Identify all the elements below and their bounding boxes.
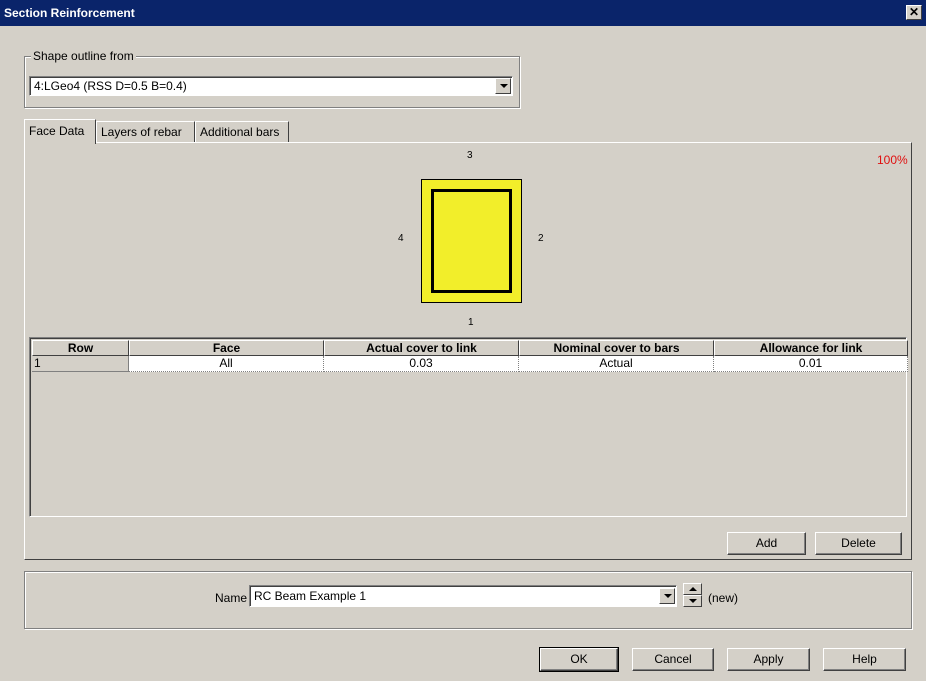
title-bar[interactable]: Section Reinforcement ✕ [0, 0, 926, 26]
tab-additional-bars[interactable]: Additional bars [195, 121, 289, 143]
face-number-right: 2 [538, 233, 544, 244]
tab-label: Layers of rebar [101, 125, 182, 139]
name-value: RC Beam Example 1 [254, 589, 367, 603]
section-reinforcement-dialog: Section Reinforcement ✕ Shape outline fr… [0, 0, 926, 681]
nominal-cover-cell[interactable]: Actual [519, 356, 714, 372]
section-outline-preview [421, 179, 522, 303]
column-header-face[interactable]: Face [129, 340, 324, 356]
row-number-cell[interactable]: 1 [32, 356, 129, 372]
face-data-grid[interactable]: Row Face Actual cover to link Nominal co… [29, 337, 908, 517]
spin-down-icon[interactable] [683, 595, 702, 607]
shape-outline-select[interactable]: 4:LGeo4 (RSS D=0.5 B=0.4) [29, 76, 513, 96]
allowance-cell[interactable]: 0.01 [714, 356, 908, 372]
name-select[interactable]: RC Beam Example 1 [249, 585, 677, 607]
face-cell[interactable]: All [129, 356, 324, 372]
shape-outline-group: Shape outline from 4:LGeo4 (RSS D=0.5 B=… [24, 49, 520, 108]
tab-layers-of-rebar[interactable]: Layers of rebar [96, 121, 195, 143]
name-label: Name [215, 591, 248, 605]
window-title: Section Reinforcement [4, 6, 135, 20]
apply-button[interactable]: Apply [727, 648, 810, 671]
delete-row-button[interactable]: Delete [815, 532, 902, 555]
tab-face-data[interactable]: Face Data [24, 119, 96, 144]
link-outline [431, 189, 512, 293]
face-number-left: 4 [398, 233, 404, 244]
help-button[interactable]: Help [823, 648, 906, 671]
shape-outline-value: 4:LGeo4 (RSS D=0.5 B=0.4) [34, 79, 187, 93]
tab-label: Additional bars [200, 125, 280, 139]
column-header-nominal-cover[interactable]: Nominal cover to bars [519, 340, 714, 356]
grid-header: Row Face Actual cover to link Nominal co… [32, 340, 908, 356]
add-row-button[interactable]: Add [727, 532, 806, 555]
spin-up-icon[interactable] [683, 583, 702, 595]
column-header-row[interactable]: Row [32, 340, 129, 356]
chevron-down-icon[interactable] [495, 78, 511, 94]
face-number-top: 3 [467, 150, 473, 161]
zoom-level: 100% [877, 153, 908, 167]
cancel-button[interactable]: Cancel [632, 648, 714, 671]
face-number-bottom: 1 [468, 317, 474, 328]
face-data-panel: 3 2 1 4 100% Row Face Actual cover to li… [24, 142, 912, 560]
shape-outline-label: Shape outline from [31, 49, 136, 63]
column-header-actual-cover[interactable]: Actual cover to link [324, 340, 519, 356]
name-status: (new) [708, 591, 739, 605]
table-row[interactable]: 1 All 0.03 Actual 0.01 [32, 356, 908, 372]
actual-cover-cell[interactable]: 0.03 [324, 356, 519, 372]
name-spinner[interactable] [683, 583, 702, 607]
chevron-down-icon[interactable] [659, 588, 675, 604]
tab-label: Face Data [29, 124, 85, 138]
close-icon[interactable]: ✕ [906, 5, 922, 20]
ok-button[interactable]: OK [539, 647, 619, 672]
column-header-allowance[interactable]: Allowance for link [714, 340, 908, 356]
